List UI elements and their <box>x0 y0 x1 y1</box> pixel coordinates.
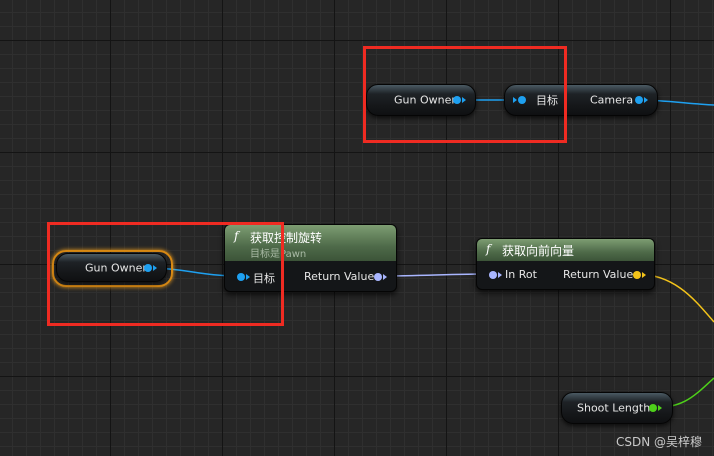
get-forward-vector-node[interactable]: f 获取向前向量 In Rot Return Value <box>476 238 655 290</box>
pin-arrow-icon <box>498 272 502 278</box>
pin-arrow-icon <box>383 274 387 280</box>
shoot-length-output-pin[interactable] <box>649 404 657 412</box>
function-icon: f <box>486 242 491 256</box>
in-rot-pin[interactable] <box>489 271 497 279</box>
camera-output-pin[interactable] <box>635 96 643 104</box>
forward-return-label: Return Value <box>563 268 634 281</box>
forward-return-pin[interactable] <box>633 271 641 279</box>
rotation-return-pin[interactable] <box>374 273 382 281</box>
pin-arrow-icon <box>658 405 662 411</box>
shoot-length-label: Shoot Length <box>577 401 651 415</box>
shoot-length-variable-node[interactable]: Shoot Length <box>561 392 673 424</box>
pin-arrow-icon <box>642 272 646 278</box>
highlight-box-left <box>47 222 284 326</box>
watermark: CSDN @吴梓穆 <box>615 435 702 449</box>
blueprint-graph-canvas[interactable]: Gun Owner 目标 Camera Gun Owner f 获取控制旋转 目… <box>0 0 714 456</box>
highlight-box-top <box>363 46 567 143</box>
camera-output-label: Camera <box>590 93 634 107</box>
node-title: 获取向前向量 <box>502 244 575 258</box>
in-rot-label: In Rot <box>505 268 537 281</box>
pin-arrow-icon <box>644 97 648 103</box>
rotation-return-label: Return Value <box>304 270 375 283</box>
